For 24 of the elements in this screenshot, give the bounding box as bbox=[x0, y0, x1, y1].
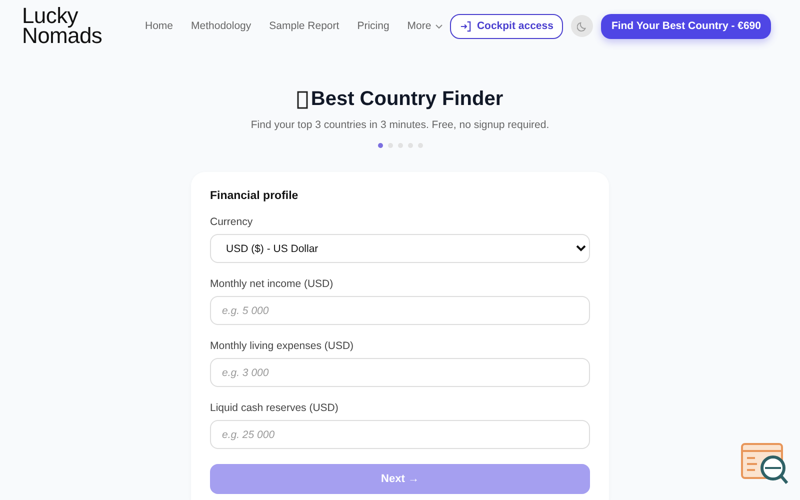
nav-link[interactable]: Sample Report bbox=[269, 20, 340, 32]
page-title: Best Country Finder bbox=[310, 88, 504, 111]
nav-link[interactable]: Methodology bbox=[191, 20, 252, 32]
form-heading: Financial profile bbox=[210, 190, 300, 202]
field-label: Liquid cash reserves (USD) bbox=[210, 402, 340, 414]
cockpit-button[interactable]: Cockpit access bbox=[450, 14, 564, 38]
input-field[interactable]: e.g. 25 000 bbox=[210, 420, 590, 449]
browser-search-icon bbox=[740, 442, 790, 486]
nav-link[interactable]: Home bbox=[145, 20, 174, 32]
theme-toggle[interactable] bbox=[571, 15, 594, 37]
missing-glyph-icon bbox=[296, 90, 308, 108]
moon-icon bbox=[576, 20, 588, 32]
nav-link[interactable]: Pricing bbox=[357, 20, 390, 32]
input-field[interactable]: e.g. 5 000 bbox=[210, 296, 590, 325]
currency-select[interactable]: USD ($) - US Dollar bbox=[210, 234, 590, 263]
logo[interactable]: Lucky Nomads bbox=[22, 4, 112, 48]
field-label: Currency bbox=[210, 216, 254, 228]
cta-button[interactable]: Find Your Best Country - €690 bbox=[601, 14, 771, 38]
login-icon bbox=[460, 20, 471, 32]
input-field[interactable]: e.g. 3 000 bbox=[210, 358, 590, 387]
nav-link[interactable]: More bbox=[407, 20, 444, 32]
field-label: Monthly living expenses (USD) bbox=[210, 340, 355, 352]
subtitle: Find your top 3 countries in 3 minutes. Free, no signup required. bbox=[250, 119, 550, 131]
field-label: Monthly net income (USD) bbox=[210, 278, 334, 290]
